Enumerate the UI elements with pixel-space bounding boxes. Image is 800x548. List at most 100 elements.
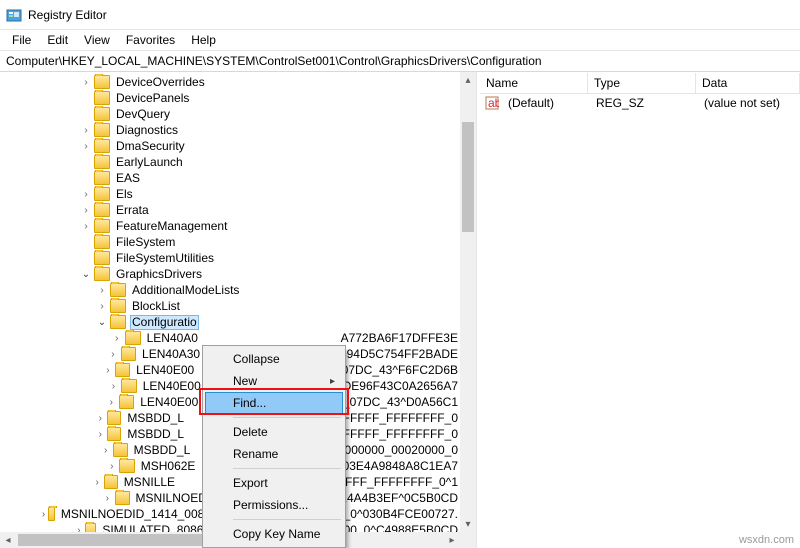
ctx-rename[interactable]: Rename	[205, 443, 343, 465]
menu-view[interactable]: View	[76, 31, 118, 49]
address-bar[interactable]: Computer\HKEY_LOCAL_MACHINE\SYSTEM\Contr…	[0, 50, 800, 72]
folder-icon	[94, 219, 110, 233]
folder-icon	[94, 139, 110, 153]
tree-item[interactable]: FeatureManagement	[114, 219, 229, 233]
value-type: REG_SZ	[590, 96, 698, 110]
watermark: wsxdn.com	[739, 534, 794, 546]
menu-help[interactable]: Help	[183, 31, 224, 49]
tree-item[interactable]: LEN40E00	[141, 379, 203, 393]
folder-icon	[94, 91, 110, 105]
ctx-delete[interactable]: Delete	[205, 421, 343, 443]
chevron-right-icon[interactable]: ›	[95, 429, 105, 440]
chevron-right-icon[interactable]: ›	[80, 141, 92, 152]
chevron-right-icon[interactable]: ›	[41, 509, 45, 520]
tree-item[interactable]: FileSystemUtilities	[114, 251, 216, 265]
tree-item[interactable]: LEN40A30	[140, 347, 202, 361]
chevron-right-icon[interactable]: ›	[80, 125, 92, 136]
main-pane: › DeviceOverrides › DevicePanels › DevQuery…	[0, 72, 800, 548]
tree-item[interactable]: DevQuery	[114, 107, 172, 121]
chevron-right-icon[interactable]: ›	[106, 397, 117, 408]
col-data[interactable]: Data	[696, 73, 800, 93]
tree-item-remainder: A772BA6F17DFFE3E	[339, 331, 460, 345]
ctx-find[interactable]: Find...	[205, 392, 343, 414]
tree-item[interactable]: EAS	[114, 171, 142, 185]
tree-item-remainder: 5803E4A9848A8C1EA7	[327, 459, 460, 473]
folder-icon	[94, 187, 110, 201]
chevron-right-icon[interactable]: ›	[108, 381, 120, 392]
window-title: Registry Editor	[28, 8, 107, 22]
menu-favorites[interactable]: Favorites	[118, 31, 183, 49]
chevron-right-icon[interactable]: ›	[92, 477, 102, 488]
tree-item[interactable]: MSNILLE	[122, 475, 177, 489]
values-pane: Name Type Data ab (Default) REG_SZ (valu…	[480, 72, 800, 548]
tree-item[interactable]: LEN40A0	[145, 331, 200, 345]
tree-item-configuration-selected[interactable]: Configuratio	[130, 315, 199, 330]
chevron-right-icon[interactable]: ›	[107, 349, 118, 360]
chevron-right-icon[interactable]: ›	[96, 285, 108, 296]
tree-item[interactable]: EarlyLaunch	[114, 155, 185, 169]
tree-item[interactable]: DmaSecurity	[114, 139, 187, 153]
chevron-down-icon[interactable]: ⌄	[80, 269, 92, 280]
folder-icon	[94, 235, 110, 249]
tree-item-remainder: 01_07DC_43^D0A56C1	[328, 395, 460, 409]
tree-item[interactable]: LEN40E00	[138, 395, 200, 409]
chevron-right-icon[interactable]: ›	[102, 365, 113, 376]
tree-item[interactable]: DevicePanels	[114, 91, 191, 105]
context-menu: Collapse New Find... Delete Rename Expor…	[202, 345, 346, 548]
tree-item[interactable]: MSH062E	[139, 459, 198, 473]
tree-item[interactable]: Els	[114, 187, 135, 201]
tree-item[interactable]: MSBDD_L	[132, 443, 193, 457]
col-name[interactable]: Name	[480, 73, 588, 93]
menu-edit[interactable]: Edit	[39, 31, 76, 49]
tree-item[interactable]: AdditionalModeLists	[130, 283, 241, 297]
ctx-export[interactable]: Export	[205, 472, 343, 494]
chevron-right-icon[interactable]: ›	[100, 445, 111, 456]
chevron-right-icon[interactable]: ›	[80, 221, 92, 232]
tree-item[interactable]: Diagnostics	[114, 123, 180, 137]
folder-icon	[113, 443, 128, 457]
scroll-up-icon[interactable]: ▴	[460, 72, 476, 88]
chevron-down-icon[interactable]: ⌄	[96, 317, 108, 328]
tree-item[interactable]: Errata	[114, 203, 151, 217]
chevron-right-icon[interactable]: ›	[80, 205, 92, 216]
folder-icon	[115, 363, 130, 377]
ctx-new[interactable]: New	[205, 370, 343, 392]
tree-item[interactable]: DeviceOverrides	[114, 75, 207, 89]
folder-icon	[107, 427, 121, 441]
tree-item[interactable]: MSBDD_L	[125, 427, 186, 441]
scroll-right-icon[interactable]: ▸	[444, 532, 460, 548]
separator	[233, 519, 341, 520]
folder-icon	[121, 347, 136, 361]
value-name: (Default)	[502, 96, 590, 110]
folder-icon	[125, 331, 141, 345]
tree-item[interactable]: BlockList	[130, 299, 182, 313]
string-value-icon: ab	[484, 95, 500, 111]
folder-icon	[94, 203, 110, 217]
tree-item[interactable]: LEN40E00	[134, 363, 196, 377]
chevron-right-icon[interactable]: ›	[95, 413, 105, 424]
ctx-copy-key-name[interactable]: Copy Key Name	[205, 523, 343, 545]
tree-item-remainder: BDE96F43C0A2656A7	[333, 379, 460, 393]
scroll-thumb[interactable]	[462, 122, 474, 232]
scroll-down-icon[interactable]: ▾	[460, 516, 476, 532]
tree-scrollbar[interactable]: ▴ ▾	[460, 72, 476, 548]
ctx-permissions[interactable]: Permissions...	[205, 494, 343, 516]
separator	[233, 417, 341, 418]
tree-item[interactable]: FileSystem	[114, 235, 177, 249]
chevron-right-icon[interactable]: ›	[106, 461, 117, 472]
menu-file[interactable]: File	[4, 31, 39, 49]
tree-item-graphicsdrivers[interactable]: GraphicsDrivers	[114, 267, 204, 281]
folder-icon	[107, 411, 121, 425]
chevron-right-icon[interactable]: ›	[96, 301, 108, 312]
value-row-default[interactable]: ab (Default) REG_SZ (value not set)	[480, 94, 800, 112]
chevron-right-icon[interactable]: ›	[111, 333, 123, 344]
chevron-right-icon[interactable]: ›	[80, 77, 92, 88]
menu-bar: File Edit View Favorites Help	[0, 30, 800, 50]
ctx-collapse[interactable]: Collapse	[205, 348, 343, 370]
values-header: Name Type Data	[480, 72, 800, 94]
chevron-right-icon[interactable]: ›	[102, 493, 113, 504]
chevron-right-icon[interactable]: ›	[80, 189, 92, 200]
col-type[interactable]: Type	[588, 73, 696, 93]
tree-item[interactable]: MSBDD_L	[125, 411, 186, 425]
scroll-left-icon[interactable]: ◂	[0, 533, 16, 548]
